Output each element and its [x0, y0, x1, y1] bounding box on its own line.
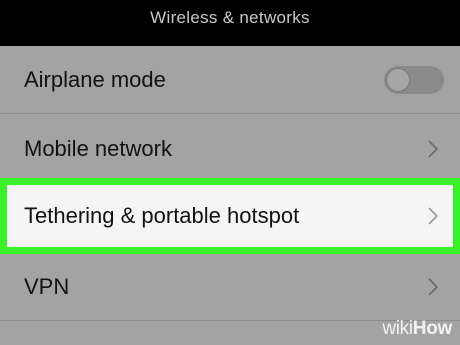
settings-item-mobile-network[interactable]: Mobile network [0, 115, 460, 183]
chevron-right-icon [428, 139, 439, 158]
section-header: Wireless & networks [0, 0, 460, 46]
chevron-right-icon [428, 207, 439, 225]
section-title: Wireless & networks [150, 8, 310, 27]
settings-item-tethering-hotspot[interactable]: Tethering & portable hotspot [0, 178, 460, 254]
toggle-knob [386, 67, 410, 92]
wikihow-watermark: wikiHow [382, 318, 452, 339]
settings-item-label: VPN [24, 273, 70, 299]
settings-item-label: Mobile network [24, 135, 172, 161]
settings-item-label: Tethering & portable hotspot [24, 203, 300, 228]
airplane-mode-toggle[interactable] [384, 65, 444, 94]
settings-item-airplane-mode[interactable]: Airplane mode [0, 46, 460, 114]
chevron-right-icon [428, 277, 439, 296]
settings-item-vpn[interactable]: VPN [0, 253, 460, 321]
settings-item-label: Airplane mode [24, 66, 166, 92]
